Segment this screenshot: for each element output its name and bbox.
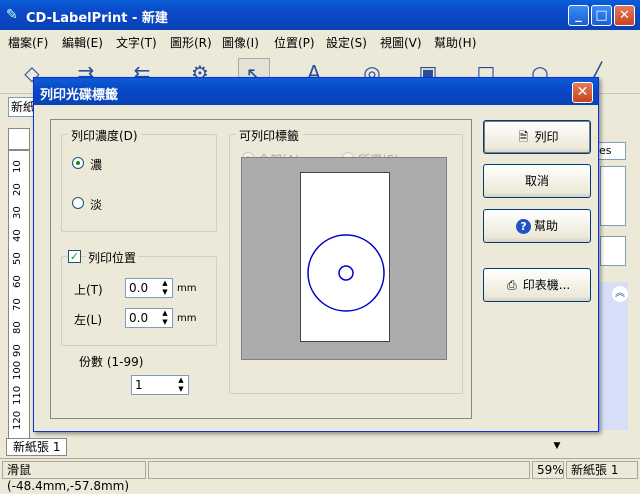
preview-paper bbox=[300, 172, 390, 342]
menu-shape[interactable]: 圖形(R) bbox=[170, 34, 212, 51]
maximize-button[interactable]: □ bbox=[591, 5, 612, 26]
density-light-radio[interactable] bbox=[72, 197, 84, 209]
disc-preview-icon bbox=[307, 234, 385, 312]
menu-help[interactable]: 幫助(H) bbox=[434, 34, 476, 51]
stepper-arrows-icon[interactable]: ▲ ▼ bbox=[174, 376, 188, 394]
ruler-number: 120 bbox=[12, 410, 23, 430]
right-panel-combo[interactable]: es bbox=[596, 142, 626, 160]
collapse-chevron-icon[interactable]: ︽ bbox=[612, 286, 628, 302]
cancel-button[interactable]: 取消 bbox=[483, 164, 591, 198]
right-panel-box bbox=[600, 236, 626, 266]
right-panel-tasks bbox=[598, 282, 628, 430]
menu-edit[interactable]: 編輯(E) bbox=[62, 34, 103, 51]
menu-view[interactable]: 視圖(V) bbox=[380, 34, 422, 51]
menu-file[interactable]: 檔案(F) bbox=[8, 34, 48, 51]
status-bar: 滑鼠 (-48.4mm,-57.8mm) 59% 新紙張 1 bbox=[0, 458, 640, 493]
position-top-label: 上(T) bbox=[74, 283, 103, 297]
dialog-body: 列印濃度(D) 濃 淡 ✓ 列印位置 上(T) 0.0 ▲ ▼ mm 左(L) 0… bbox=[37, 105, 595, 429]
ruler-number: 80 bbox=[12, 321, 23, 334]
ruler-number: 100 bbox=[12, 360, 23, 380]
minimize-button[interactable]: _ bbox=[568, 5, 589, 26]
sheet-combo[interactable]: 新紙張 1 bbox=[8, 97, 34, 117]
print-cd-label-dialog: 列印光碟標籤 ✕ 列印濃度(D) 濃 淡 ✓ 列印位置 上(T) 0.0 ▲▼ bbox=[33, 77, 599, 432]
density-legend: 列印濃度(D) bbox=[68, 127, 141, 144]
density-dark-label: 濃 bbox=[90, 158, 103, 172]
printer-icon: ⎙ bbox=[506, 278, 517, 292]
printer-button-label: 印表機... bbox=[522, 278, 571, 292]
cancel-button-label: 取消 bbox=[524, 174, 549, 188]
density-dark-radio[interactable] bbox=[72, 157, 84, 169]
position-left-value: 0.0 bbox=[129, 311, 149, 325]
position-left-stepper[interactable]: 0.0 ▲ ▼ bbox=[125, 308, 173, 328]
help-button-label: 幫助 bbox=[533, 219, 558, 233]
vertical-ruler: 10 20 30 40 50 60 70 80 90 100 110 120 bbox=[8, 150, 30, 440]
menu-text[interactable]: 文字(T) bbox=[116, 34, 157, 51]
position-top-stepper[interactable]: 0.0 ▲ ▼ bbox=[125, 278, 173, 298]
ruler-number: 60 bbox=[12, 275, 23, 288]
position-left-unit: mm bbox=[177, 313, 197, 324]
ruler-number: 70 bbox=[12, 298, 23, 311]
dialog-title: 列印光碟標籤 bbox=[40, 88, 119, 103]
copies-stepper[interactable]: 1 ▲ ▼ bbox=[131, 375, 189, 395]
label-preview bbox=[241, 157, 447, 360]
printable-legend: 可列印標籤 bbox=[236, 127, 303, 144]
ruler-corner bbox=[8, 128, 30, 150]
status-mouse-position: 滑鼠 (-48.4mm,-57.8mm) bbox=[2, 461, 146, 493]
ruler-number: 40 bbox=[12, 229, 23, 242]
position-legend: 列印位置 bbox=[86, 249, 139, 266]
menu-position[interactable]: 位置(P) bbox=[274, 34, 315, 51]
help-button[interactable]: ? 幫助 bbox=[483, 209, 591, 243]
printer-button[interactable]: ⎙ 印表機... bbox=[483, 268, 591, 302]
print-doc-icon: 🗎 bbox=[518, 130, 529, 144]
scroll-down-arrow-icon[interactable]: ▼ bbox=[548, 441, 566, 455]
app-title-bar: ✎ CD-LabelPrint - 新建 _ □ ✕ bbox=[0, 0, 640, 30]
ruler-number: 90 bbox=[12, 344, 23, 357]
density-light-label: 淡 bbox=[90, 198, 103, 212]
stepper-arrows-icon[interactable]: ▲ ▼ bbox=[158, 309, 172, 327]
ruler-number: 30 bbox=[12, 206, 23, 219]
ruler-number: 110 bbox=[12, 385, 23, 405]
position-top-value: 0.0 bbox=[129, 281, 149, 295]
copies-value: 1 bbox=[135, 378, 143, 392]
position-left-label: 左(L) bbox=[74, 313, 103, 327]
settings-panel: 列印濃度(D) 濃 淡 ✓ 列印位置 上(T) 0.0 ▲ ▼ mm 左(L) 0… bbox=[50, 119, 472, 419]
menu-bar: 檔案(F) 編輯(E) 文字(T) 圖形(R) 圖像(I) 位置(P) 設定(S… bbox=[0, 30, 640, 52]
right-panel-box bbox=[600, 166, 626, 226]
dialog-close-button[interactable]: ✕ bbox=[572, 82, 593, 103]
status-sheet: 新紙張 1 bbox=[566, 461, 638, 479]
status-zoom: 59% bbox=[532, 461, 564, 479]
position-top-unit: mm bbox=[177, 283, 197, 294]
menu-settings[interactable]: 設定(S) bbox=[326, 34, 367, 51]
position-group: ✓ 列印位置 上(T) 0.0 ▲ ▼ mm 左(L) 0.0 ▲ ▼ mm bbox=[61, 249, 217, 346]
density-group: 列印濃度(D) 濃 淡 bbox=[61, 127, 217, 232]
position-checkbox[interactable]: ✓ bbox=[68, 250, 81, 263]
app-title: CD-LabelPrint - 新建 bbox=[26, 11, 168, 26]
copies-label: 份數 (1-99) bbox=[79, 355, 144, 369]
close-button[interactable]: ✕ bbox=[614, 5, 635, 26]
sheet-tab[interactable]: 新紙張 1 bbox=[6, 438, 68, 456]
app-icon: ✎ bbox=[6, 7, 18, 23]
ruler-number: 50 bbox=[12, 252, 23, 265]
ruler-number: 10 bbox=[12, 160, 23, 173]
print-button[interactable]: 🗎 列印 bbox=[483, 120, 591, 154]
ruler-number: 20 bbox=[12, 183, 23, 196]
dialog-title-bar: 列印光碟標籤 ✕ bbox=[34, 78, 598, 105]
menu-image[interactable]: 圖像(I) bbox=[222, 34, 259, 51]
status-empty bbox=[148, 461, 530, 479]
print-button-label: 列印 bbox=[534, 130, 559, 144]
help-icon: ? bbox=[515, 219, 531, 234]
stepper-arrows-icon[interactable]: ▲ ▼ bbox=[158, 279, 172, 297]
